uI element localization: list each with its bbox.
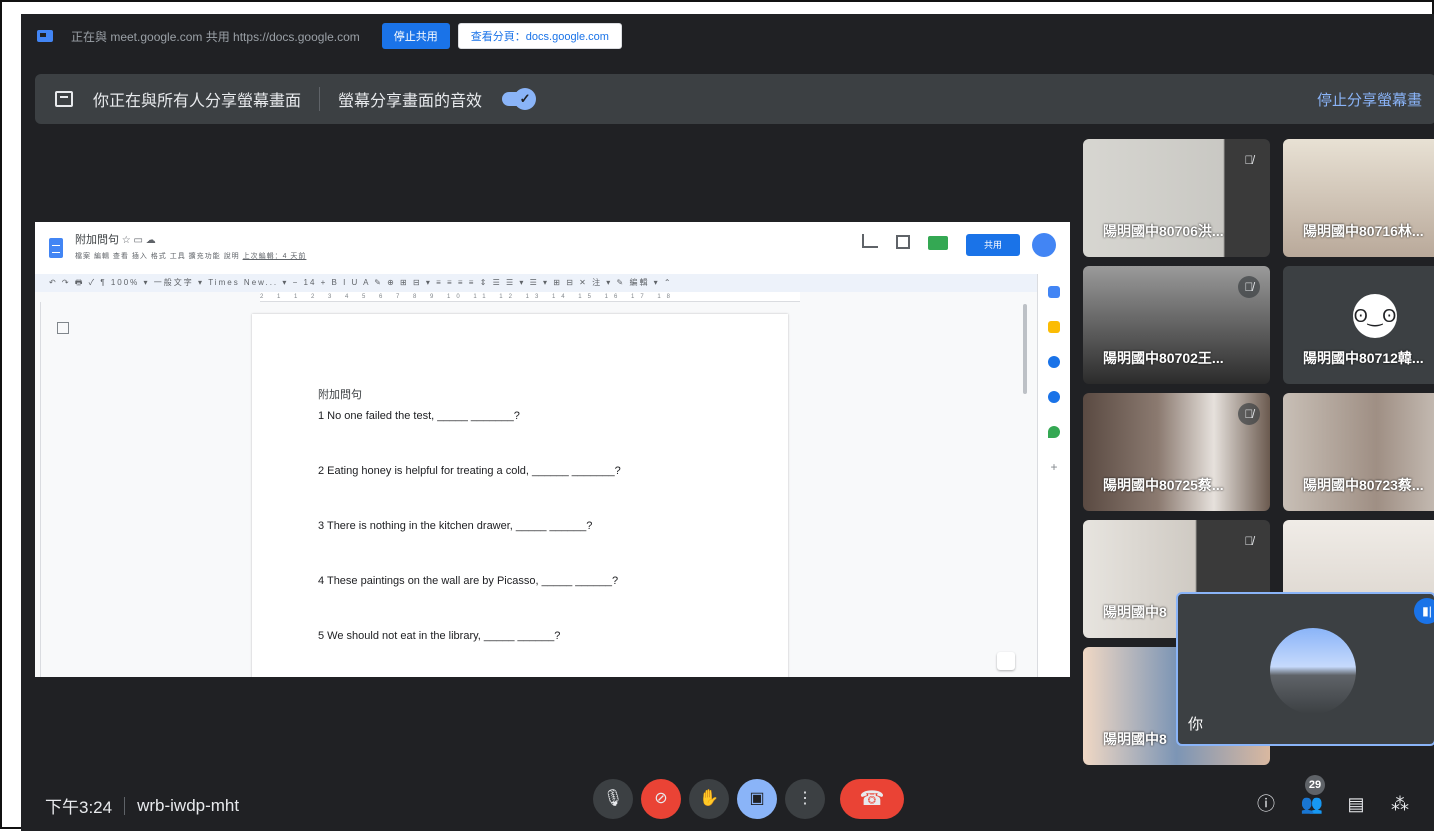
question-line: 3 There is nothing in the kitchen drawer… bbox=[318, 520, 593, 532]
clock-time: 下午3:24 bbox=[45, 798, 113, 817]
participant-name: 陽明國中80725蔡... bbox=[1103, 477, 1224, 493]
outline-icon bbox=[57, 322, 69, 334]
end-call-icon: ☎ bbox=[859, 788, 885, 810]
comments-icon bbox=[896, 235, 910, 249]
participant-tile[interactable]: 🎙̸ 陽明國中80716林... bbox=[1283, 139, 1434, 257]
more-options-button[interactable]: ⋮ bbox=[785, 779, 825, 819]
explore-icon bbox=[997, 652, 1015, 670]
mic-icon: 🎙 bbox=[602, 790, 624, 807]
left-ruler bbox=[35, 302, 41, 677]
control-bar: 下午3:24 wrb-iwdp-mht 🎙 ⊘ ✋ ▣ ⋮ ☎ ⓘ 👥 29 ▤… bbox=[21, 771, 1434, 831]
participant-name: 陽明國中80716林... bbox=[1303, 223, 1424, 239]
participant-tile[interactable]: 🎙̸ 陽明國中80706洪... bbox=[1083, 139, 1270, 257]
meeting-details: 下午3:24 wrb-iwdp-mht bbox=[45, 793, 239, 818]
docs-ruler: 2 1 1 2 3 4 5 6 7 8 9 10 11 12 13 14 15 … bbox=[260, 292, 800, 302]
participant-name: 陽明國中80706洪... bbox=[1103, 223, 1224, 239]
audio-share-label: 螢幕分享畫面的音效 bbox=[338, 93, 483, 110]
docs-side-panel: + bbox=[1037, 274, 1070, 677]
meeting-info-button[interactable]: ⓘ bbox=[1253, 791, 1279, 817]
question-line: 5 We should not eat in the library, ____… bbox=[318, 630, 561, 642]
stop-presenting-button[interactable]: 停止分享螢幕畫 bbox=[1317, 89, 1422, 110]
self-view[interactable]: ▮| 你 bbox=[1176, 592, 1434, 746]
docs-logo-icon bbox=[49, 238, 63, 258]
audio-share-toggle[interactable]: ✓ bbox=[502, 88, 537, 110]
participant-name: 陽明國中80723蔡... bbox=[1303, 477, 1424, 493]
muted-mic-icon: 🎙̸ bbox=[1244, 153, 1254, 167]
presenting-text: 你正在與所有人分享螢幕畫面 bbox=[93, 93, 302, 110]
participant-count-badge: 29 bbox=[1305, 775, 1325, 795]
leave-call-button[interactable]: ☎ bbox=[840, 779, 904, 819]
raise-hand-button[interactable]: ✋ bbox=[689, 779, 729, 819]
hand-icon: ✋ bbox=[699, 790, 719, 807]
doc-share-button: 共用 bbox=[966, 234, 1020, 256]
account-avatar bbox=[1032, 233, 1056, 257]
more-vert-icon: ⋮ bbox=[797, 790, 813, 807]
participant-tile[interactable]: 🎙̸ 陽明國中80725蔡... bbox=[1083, 393, 1270, 511]
doc-page: 附加問句 1 No one failed the test, _____ ___… bbox=[252, 314, 788, 677]
shapes-icon: ⁂ bbox=[1391, 794, 1409, 814]
tasks-icon bbox=[1048, 356, 1060, 368]
check-icon: ✓ bbox=[514, 88, 537, 110]
participant-avatar: ʘ‿ʘ bbox=[1353, 294, 1397, 338]
people-button[interactable]: 👥 bbox=[1299, 791, 1325, 817]
tab-sharing-bar: 正在與 meet.google.com 共用 https://docs.goog… bbox=[21, 14, 1434, 58]
people-icon: 👥 bbox=[1300, 794, 1324, 814]
question-line: 1 No one failed the test, _____ _______? bbox=[318, 410, 520, 422]
view-tab-button[interactable]: 查看分頁：docs.google.com bbox=[457, 23, 622, 49]
meet-window: 正在與 meet.google.com 共用 https://docs.goog… bbox=[21, 14, 1434, 831]
participant-name: 陽明國中8 bbox=[1103, 731, 1167, 747]
question-line: 2 Eating honey is helpful for treating a… bbox=[318, 465, 621, 477]
meet-icon bbox=[928, 236, 948, 250]
present-icon: ▣ bbox=[749, 790, 765, 807]
presenting-banner: 你正在與所有人分享螢幕畫面 螢幕分享畫面的音效 ✓ 停止分享螢幕畫 bbox=[35, 74, 1434, 124]
banner-divider bbox=[319, 87, 321, 111]
doc-title: 附加問句 bbox=[75, 233, 119, 246]
page-heading: 附加問句 bbox=[318, 389, 362, 401]
chat-icon: ▤ bbox=[1347, 794, 1365, 814]
contacts-icon bbox=[1048, 391, 1060, 403]
self-avatar bbox=[1270, 628, 1356, 714]
self-name: 你 bbox=[1188, 716, 1204, 733]
muted-mic-icon: 🎙̸ bbox=[1244, 534, 1254, 548]
participant-name: 陽明國中80702王... bbox=[1103, 350, 1224, 366]
docs-menu-bar: 檔案 編輯 查看 插入 格式 工具 擴充功能 說明 bbox=[75, 252, 240, 260]
activities-button[interactable]: ⁂ bbox=[1387, 791, 1413, 817]
muted-mic-icon: 🎙̸ bbox=[1238, 403, 1260, 425]
camera-button[interactable]: ⊘ bbox=[641, 779, 681, 819]
doc-scrollbar bbox=[1023, 304, 1027, 394]
camera-off-icon: ⊘ bbox=[654, 790, 668, 807]
muted-mic-icon: 🎙̸ bbox=[1238, 276, 1260, 298]
participant-name: 陽明國中8 bbox=[1103, 604, 1167, 620]
speaking-indicator-icon: ▮| bbox=[1414, 598, 1434, 624]
docs-toolbar: ↶ ↷ 🖶 ✓ ¶ 100% ▾ 一般文字 ▾ Times New... ▾ −… bbox=[35, 274, 1070, 292]
keep-icon bbox=[1048, 321, 1060, 333]
info-icon: ⓘ bbox=[1257, 794, 1275, 814]
sharing-message: 正在與 meet.google.com 共用 https://docs.goog… bbox=[71, 29, 360, 44]
microphone-button[interactable]: 🎙 bbox=[593, 779, 633, 819]
screenshot-frame: 正在與 meet.google.com 共用 https://docs.goog… bbox=[0, 0, 1434, 831]
add-addon-icon: + bbox=[1050, 460, 1058, 474]
shared-screen: 附加問句 ☆ ▭ ☁ 檔案 編輯 查看 插入 格式 工具 擴充功能 說明 上次編… bbox=[35, 222, 1070, 677]
docs-header: 附加問句 ☆ ▭ ☁ 檔案 編輯 查看 插入 格式 工具 擴充功能 說明 上次編… bbox=[35, 222, 1070, 274]
cast-icon bbox=[37, 30, 53, 42]
question-line: 4 These paintings on the wall are by Pic… bbox=[318, 575, 619, 587]
participant-tile[interactable]: 🎙̸ 陽明國中80702王... bbox=[1083, 266, 1270, 384]
star-icon: ☆ ▭ ☁ bbox=[121, 234, 156, 246]
last-edit-link: 上次編輯：4 天前 bbox=[242, 252, 307, 260]
maps-icon bbox=[1048, 426, 1060, 438]
details-divider bbox=[124, 796, 126, 815]
present-now-button[interactable]: ▣ bbox=[737, 779, 777, 819]
activity-icon bbox=[862, 234, 878, 248]
present-screen-icon bbox=[55, 91, 73, 107]
stop-sharing-button[interactable]: 停止共用 bbox=[381, 23, 450, 49]
participant-tile[interactable]: ʘ‿ʘ 陽明國中80712韓... bbox=[1283, 266, 1434, 384]
meeting-code: wrb-iwdp-mht bbox=[137, 795, 240, 815]
calendar-icon bbox=[1048, 286, 1060, 298]
participant-name: 陽明國中80712韓... bbox=[1303, 350, 1424, 366]
participant-tile[interactable]: 陽明國中80723蔡... bbox=[1283, 393, 1434, 511]
chat-button[interactable]: ▤ bbox=[1343, 791, 1369, 817]
